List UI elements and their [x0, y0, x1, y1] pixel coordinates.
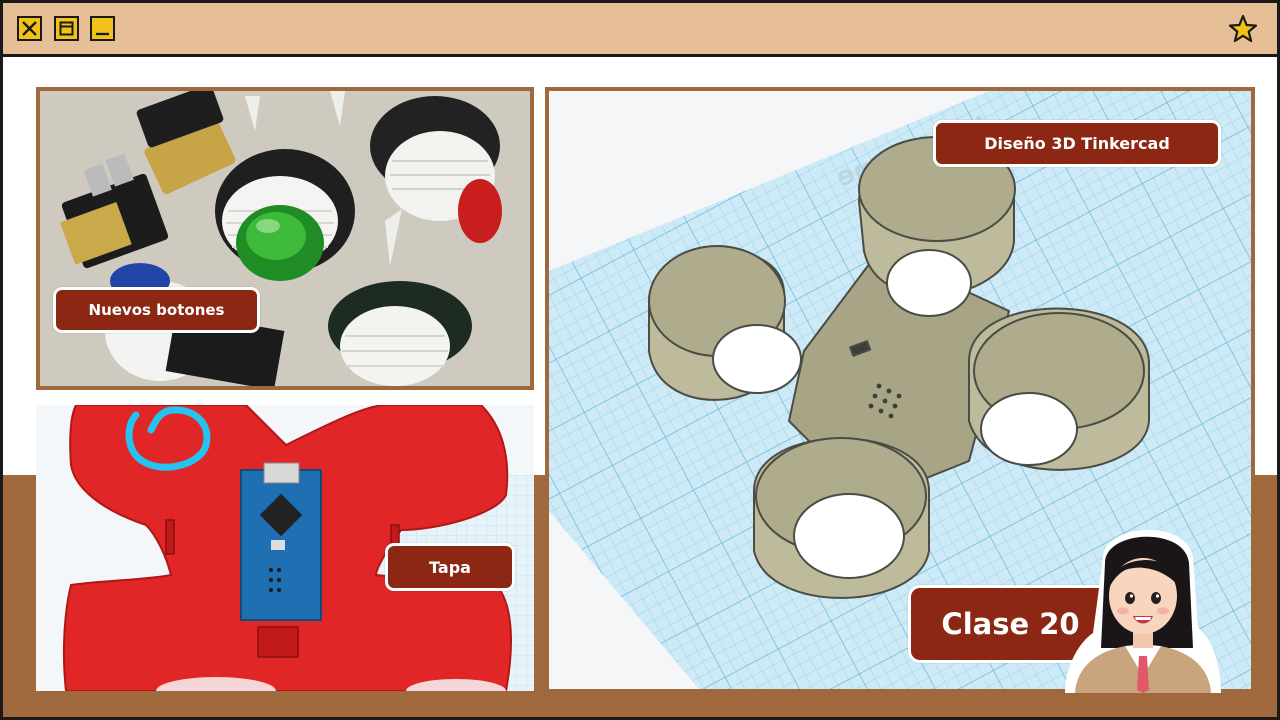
avatar-illustration: [1065, 529, 1221, 693]
arcade-buttons-image: [40, 91, 530, 386]
app-window: Workplane: [0, 0, 1280, 720]
restore-button[interactable]: [54, 16, 79, 41]
close-icon: [22, 21, 37, 36]
restore-icon: [59, 21, 74, 36]
label-tapa: Tapa: [385, 543, 515, 591]
close-button[interactable]: [17, 16, 42, 41]
label-nuevos-botones: Nuevos botones: [53, 287, 260, 333]
teacher-avatar: [1063, 518, 1223, 693]
star-icon: [1228, 14, 1258, 43]
label-diseno-3d: Diseño 3D Tinkercad: [933, 120, 1221, 167]
buttons-photo: [36, 87, 534, 390]
minimize-icon: [96, 32, 109, 36]
favorite-button[interactable]: [1227, 13, 1259, 45]
minimize-button[interactable]: [90, 16, 115, 41]
title-bar: [3, 3, 1277, 57]
